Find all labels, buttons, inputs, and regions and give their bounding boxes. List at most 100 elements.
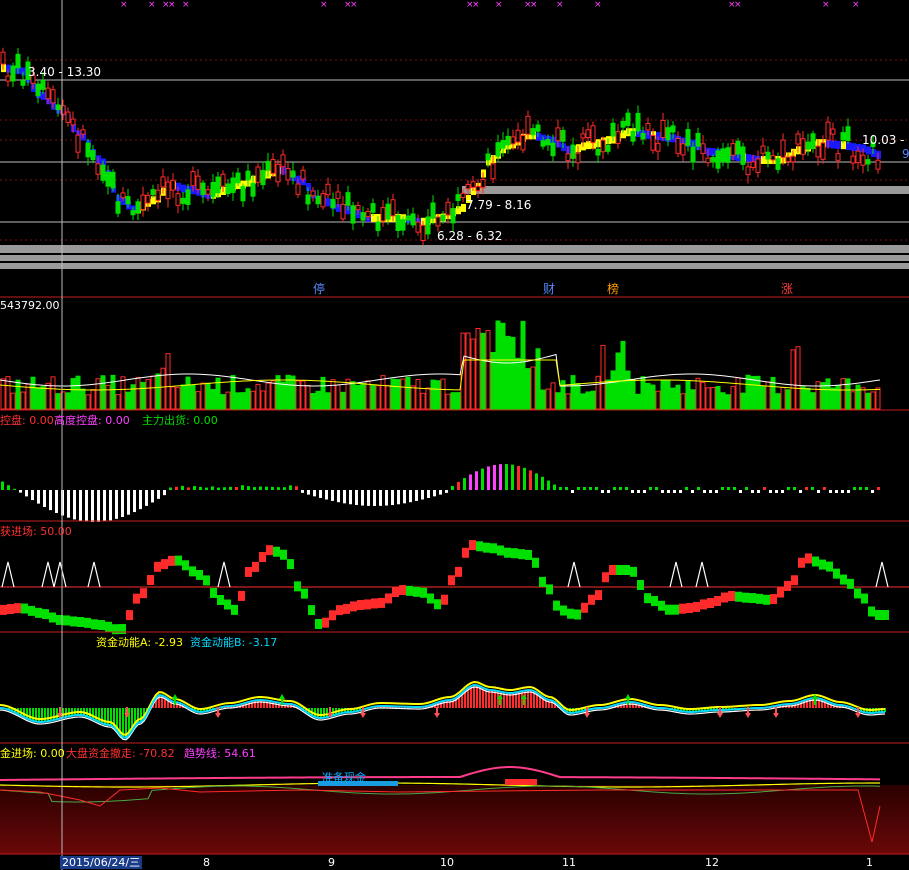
flow-histogram-bar [223, 487, 226, 490]
candle-body [190, 171, 196, 187]
volume-bar [620, 340, 626, 410]
flow-histogram-bar [163, 490, 166, 496]
momentum-b-label: 资金动能B: -3.17 [190, 636, 278, 649]
volume-bar [405, 376, 411, 410]
volume-bar [390, 378, 396, 410]
volume-bar [555, 392, 561, 410]
flow-histogram-bar [865, 487, 868, 490]
volume-bar [310, 392, 316, 410]
volume-bar [400, 378, 406, 410]
candle-body [600, 139, 606, 153]
candle-body [290, 170, 296, 178]
entry-step-block [504, 547, 511, 558]
flow-histogram-bar [283, 487, 286, 490]
event-marker-rise[interactable]: 涨 [781, 283, 793, 296]
price-level-right-label: 10.03 - [862, 133, 905, 147]
support-band [0, 255, 909, 261]
volume-bar [330, 379, 336, 410]
entry-step-block [161, 559, 168, 570]
momentum-histogram-bar [26, 708, 28, 719]
volume-bar [335, 384, 341, 410]
candle-body [210, 181, 216, 198]
candle-body [235, 172, 241, 184]
volume-bar [445, 393, 451, 410]
flow-histogram-bar [67, 490, 70, 518]
volume-bar [625, 370, 631, 410]
flow-histogram-bar [349, 490, 352, 505]
candle-body [415, 221, 421, 233]
trend-bar [181, 184, 186, 193]
flow-histogram-bar [661, 490, 664, 493]
cursor-date-label: 2015/06/24/三 [60, 856, 143, 869]
volume-bar [860, 387, 866, 410]
volume-bar [125, 391, 131, 410]
price-level-high-label: 3.40 - 13.30 [28, 65, 102, 79]
entry-step-block [665, 604, 672, 615]
candle-body [540, 140, 546, 147]
candle-body [345, 192, 351, 206]
candle-body [115, 201, 121, 214]
flow-histogram-bar [829, 490, 832, 493]
volume-bar [490, 351, 496, 410]
flow-histogram-bar [841, 490, 844, 493]
volume-bar [605, 379, 611, 410]
event-marker-finance[interactable]: 财 [543, 283, 555, 296]
candle-body [140, 194, 146, 210]
flow-histogram-bar [109, 490, 112, 521]
candle-body [405, 215, 411, 221]
candle-body [595, 148, 601, 156]
entry-step-block [42, 609, 49, 620]
volume-bar [375, 385, 381, 410]
candle-body [130, 210, 136, 216]
flow-histogram-bar [229, 486, 232, 490]
volume-bar [465, 332, 471, 410]
event-marker-rank[interactable]: 榜 [607, 283, 619, 296]
entry-step-block [798, 557, 805, 568]
candle-body [15, 53, 21, 69]
entry-step-block [707, 598, 714, 608]
entry-step-block [35, 607, 42, 618]
flow-histogram-bar [607, 490, 610, 493]
candle-body [50, 89, 56, 104]
volume-bar [225, 391, 231, 410]
flow-histogram-bar [199, 486, 202, 490]
flow-histogram-bar [637, 490, 640, 493]
gold-entry-label: 金进场: 0.00 [0, 747, 65, 760]
entry-step-block [189, 566, 196, 577]
candle-body [200, 182, 206, 195]
top-marker: × [350, 0, 358, 10]
momentum-histogram-bar [65, 708, 67, 717]
volume-bar [320, 376, 326, 410]
entry-step-block [623, 565, 630, 575]
candle-body [470, 181, 476, 188]
entry-step-block [539, 576, 546, 587]
candle-body [655, 142, 661, 152]
entry-step-block [315, 619, 322, 630]
entry-step-block [154, 561, 161, 572]
candle-body [770, 155, 776, 161]
flow-histogram-bar [325, 490, 328, 500]
candle-body [520, 134, 526, 151]
volume-bar [145, 379, 151, 410]
flow-histogram-bar [877, 487, 880, 490]
candle-body [150, 189, 156, 196]
candle-body [845, 126, 851, 141]
entry-step-block [805, 553, 812, 564]
candle-body [295, 183, 301, 195]
flow-histogram-bar [553, 484, 556, 490]
entry-step-block [812, 556, 819, 567]
candle-body [90, 150, 96, 161]
entry-step-block [0, 604, 7, 615]
top-marker: × [182, 0, 190, 10]
event-marker-stop[interactable]: 停 [313, 283, 325, 296]
flow-histogram-bar [823, 487, 826, 490]
volume-bar [735, 377, 741, 410]
volume-bar [780, 387, 786, 410]
volume-bar [500, 322, 506, 410]
entry-step-block [175, 555, 182, 566]
candle-body [120, 192, 126, 199]
entry-step-block [511, 548, 518, 559]
volume-bar [30, 376, 36, 410]
flow-histogram-bar [745, 487, 748, 490]
candle-body [160, 176, 166, 188]
